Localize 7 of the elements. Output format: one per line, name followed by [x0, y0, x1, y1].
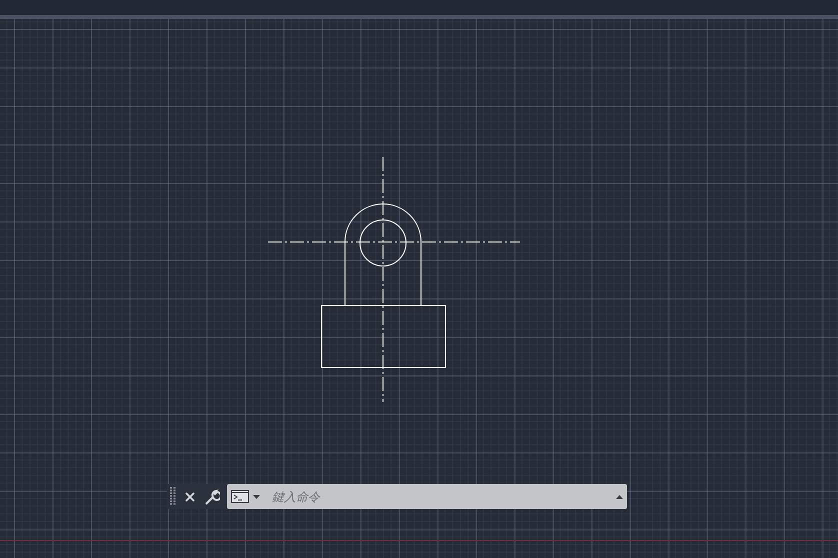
wrench-icon[interactable]: [204, 488, 220, 504]
grip-handle-icon[interactable]: [170, 487, 176, 506]
terminal-prompt-icon[interactable]: [231, 490, 249, 503]
command-line-field[interactable]: 鍵入命令: [227, 484, 627, 509]
caret-icon[interactable]: [253, 494, 260, 498]
close-icon[interactable]: [185, 492, 195, 502]
history-arrow-icon[interactable]: [616, 494, 623, 498]
